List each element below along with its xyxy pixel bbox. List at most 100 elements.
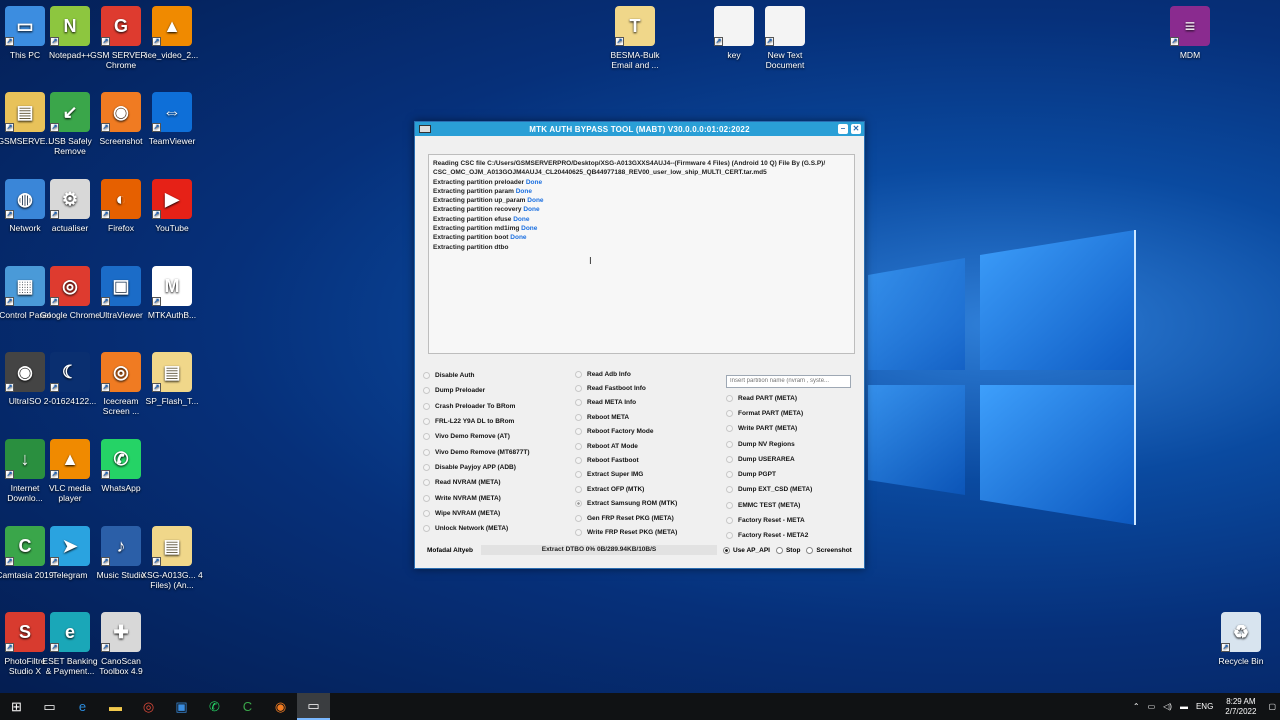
log-output[interactable]: I Reading CSC file C:/Users/GSMSERVERPRO…: [428, 154, 855, 354]
task-view-icon[interactable]: ▭: [33, 693, 66, 720]
option-radio[interactable]: Dump EXT_CSD (META): [726, 482, 851, 497]
ultraviewer-icon[interactable]: ▣: [165, 693, 198, 720]
desktop-icon[interactable]: ▤ ↗ XSG-A013G... 4 Files) (An...: [141, 526, 203, 590]
desktop-icon[interactable]: ▤ ↗ SP_Flash_T...: [141, 352, 203, 406]
option-radio[interactable]: Reboot META: [575, 410, 677, 424]
mabt-tool-icon[interactable]: ▭: [297, 693, 330, 720]
status-option-radio[interactable]: Screenshot: [806, 546, 852, 554]
option-label: Reboot Factory Mode: [587, 428, 654, 436]
option-radio[interactable]: Dump Preloader: [423, 383, 530, 398]
shortcut-arrow-icon: ↗: [101, 210, 110, 219]
option-radio[interactable]: Unlock Network (META): [423, 521, 530, 536]
clock[interactable]: 8:29 AM 2/7/2022: [1225, 697, 1256, 717]
option-radio[interactable]: Gen FRP Reset PKG (META): [575, 511, 677, 525]
edge-icon[interactable]: e: [66, 693, 99, 720]
desktop-icon-label: SP_Flash_T...: [145, 396, 199, 406]
usb-icon: ↙ ↗: [50, 92, 90, 132]
option-radio[interactable]: Crash Preloader To BRom: [423, 399, 530, 414]
icecream-icon[interactable]: ◉: [264, 693, 297, 720]
radio-icon: [423, 418, 430, 426]
desktop-icon[interactable]: ▲ ↗ ice_video_2...: [141, 6, 203, 60]
partition-name-input[interactable]: [726, 374, 851, 388]
shortcut-arrow-icon: ↗: [50, 297, 59, 306]
options-column-1: Disable Auth Dump Preloader Crash Preloade…: [423, 368, 530, 536]
recycle-bin-icon: ♻ ↗: [1221, 612, 1261, 652]
option-radio[interactable]: Reboot Fastboot: [575, 453, 677, 467]
option-radio[interactable]: Factory Reset - META: [726, 513, 851, 528]
desktop-icon-label: New Text Document: [765, 50, 805, 70]
log-line: Extracting partition efuse Done: [433, 215, 850, 224]
option-radio[interactable]: Disable Auth: [423, 368, 530, 383]
option-radio[interactable]: Read META Info: [575, 396, 677, 410]
option-radio[interactable]: Vivo Demo Remove (MT6877T): [423, 444, 530, 459]
option-radio[interactable]: FRL-L22 Y9A DL to BRom: [423, 414, 530, 429]
desktop-icon[interactable]: ✆ ↗ WhatsApp: [90, 439, 152, 493]
option-radio[interactable]: Factory Reset - META2: [726, 528, 851, 543]
desktop-icon[interactable]: ▶ ↗ YouTube: [141, 179, 203, 233]
network-icon[interactable]: ▭: [1148, 702, 1156, 711]
status-option-radio[interactable]: Stop: [775, 546, 800, 554]
option-radio[interactable]: Read Adb Info: [575, 367, 677, 381]
chevron-up-icon[interactable]: ⌃: [1133, 702, 1140, 711]
option-radio[interactable]: Write NVRAM (META): [423, 490, 530, 505]
option-radio[interactable]: EMMC TEST (META): [726, 498, 851, 513]
option-radio[interactable]: Reboot AT Mode: [575, 439, 677, 453]
option-radio[interactable]: Write PART (META): [726, 421, 851, 436]
volume-icon[interactable]: ◁): [1163, 702, 1172, 711]
option-radio[interactable]: Extract OFP (MTK): [575, 482, 677, 496]
option-label: Factory Reset - META: [738, 517, 805, 525]
minimize-button[interactable]: –: [838, 124, 848, 134]
option-radio[interactable]: Read PART (META): [726, 391, 851, 406]
status-option-radio[interactable]: Use AP_API: [723, 546, 770, 554]
desktop-icon[interactable]: T ↗ BESMA-Bulk Email and ...: [604, 6, 666, 70]
desktop-icon[interactable]: M ↗ MTKAuthB...: [141, 266, 203, 320]
option-radio[interactable]: Extract Super IMG: [575, 468, 677, 482]
option-radio[interactable]: Format PART (META): [726, 406, 851, 421]
status-option-label: Use AP_API: [733, 546, 770, 554]
shortcut-arrow-icon: ↗: [50, 470, 59, 479]
option-radio[interactable]: Read NVRAM (META): [423, 475, 530, 490]
shortcut-arrow-icon: ↗: [5, 383, 14, 392]
desktop-icon-label: YouTube: [155, 223, 189, 233]
log-text: Extracting partition dtbo: [433, 243, 509, 251]
desktop-icon[interactable]: ⇔ ↗ TeamViewer: [141, 92, 203, 146]
radio-icon: [575, 528, 582, 536]
mabt-window: MTK AUTH BYPASS TOOL (MABT) V30.0.0.0:01…: [414, 121, 865, 569]
camtasia-icon[interactable]: C: [231, 693, 264, 720]
option-radio[interactable]: Vivo Demo Remove (AT): [423, 429, 530, 444]
desktop-icon[interactable]: ♻ ↗ Recycle Bin: [1210, 612, 1272, 666]
file-explorer-icon[interactable]: ▬: [99, 693, 132, 720]
notification-icon[interactable]: ▬: [1180, 702, 1188, 711]
desktop-icon[interactable]: ✚ ↗ CanoScan Toolbox 4.9: [90, 612, 152, 676]
option-radio[interactable]: Dump PGPT: [726, 467, 851, 482]
desktop-icon[interactable]: ↗ New Text Document: [754, 6, 816, 70]
start-icon[interactable]: ⊞: [0, 693, 33, 720]
action-center-icon[interactable]: ▢: [1268, 702, 1276, 711]
desktop-icon[interactable]: ≡ ↗ MDM: [1159, 6, 1221, 60]
option-label: Read NVRAM (META): [435, 479, 501, 487]
option-radio[interactable]: Wipe NVRAM (META): [423, 506, 530, 521]
shortcut-arrow-icon: ↗: [714, 37, 723, 46]
close-button[interactable]: ✕: [851, 124, 861, 134]
log-text: CSC_OMC_OJM_A013GOJM4AUJ4_CL20440625_QB4…: [433, 169, 767, 177]
language-indicator[interactable]: ENG: [1196, 702, 1213, 711]
chrome-icon[interactable]: ◎: [132, 693, 165, 720]
radio-icon: [726, 532, 733, 540]
option-radio[interactable]: Dump USERAREA: [726, 452, 851, 467]
log-status: Done: [510, 234, 527, 242]
window-titlebar[interactable]: MTK AUTH BYPASS TOOL (MABT) V30.0.0.0:01…: [415, 122, 864, 136]
option-radio[interactable]: Disable Payjoy APP (ADB): [423, 460, 530, 475]
option-radio[interactable]: Read Fastboot Info: [575, 381, 677, 395]
option-label: Read PART (META): [738, 394, 797, 402]
option-radio[interactable]: Dump NV Regions: [726, 436, 851, 451]
teamviewer-icon: ⇔ ↗: [152, 92, 192, 132]
log-line: Extracting partition dtbo: [433, 243, 850, 252]
option-radio[interactable]: Extract Samsung ROM (MTK): [575, 497, 677, 511]
option-radio[interactable]: Write FRP Reset PKG (META): [575, 525, 677, 539]
whatsapp-icon[interactable]: ✆: [198, 693, 231, 720]
option-radio[interactable]: Reboot Factory Mode: [575, 425, 677, 439]
option-label: Dump Preloader: [435, 387, 486, 395]
option-label: Disable Payjoy APP (ADB): [435, 463, 516, 471]
shortcut-arrow-icon: ↗: [50, 383, 59, 392]
radio-icon: [726, 425, 733, 433]
